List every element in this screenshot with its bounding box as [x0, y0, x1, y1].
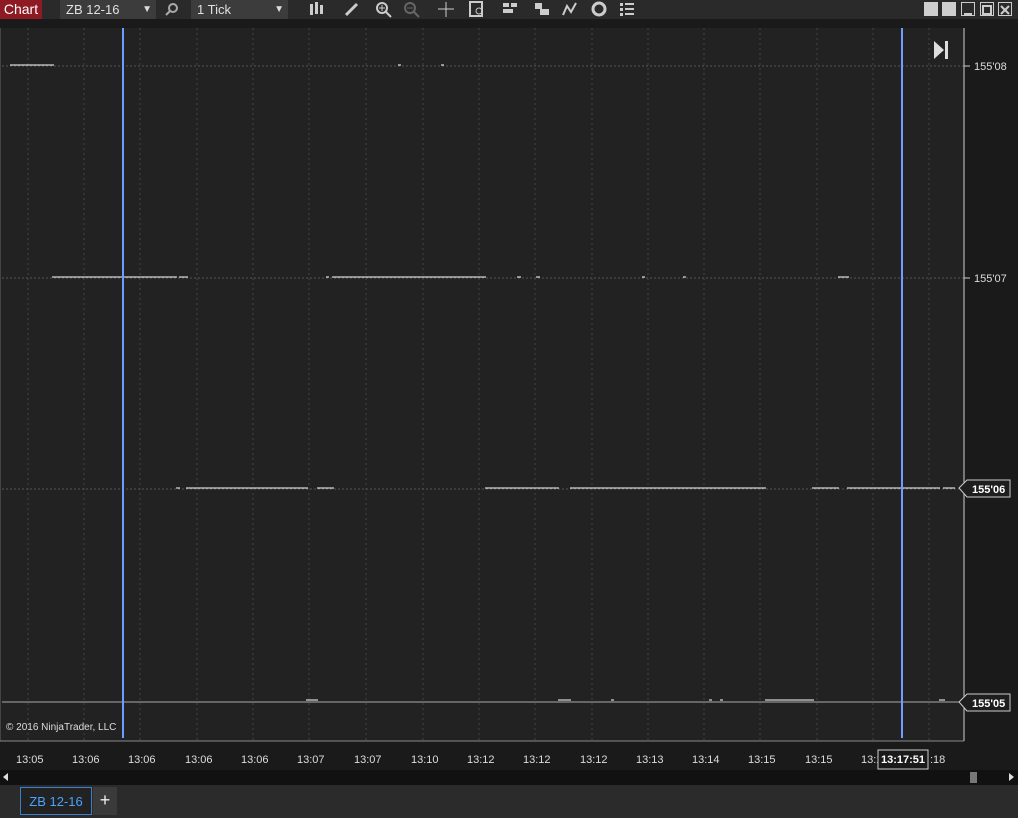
time-label: 13:15 — [805, 754, 833, 766]
time-label: 13:06 — [128, 754, 156, 766]
time-label: 13:12 — [523, 754, 551, 766]
time-label: 13:12 — [580, 754, 608, 766]
price-label: 155'07 — [974, 273, 1007, 285]
time-label: :18 — [930, 754, 945, 766]
time-label: 13:15 — [748, 754, 776, 766]
time-label: 13:06 — [72, 754, 100, 766]
chevron-down-icon: ▼ — [274, 4, 284, 15]
instrument-selector[interactable]: ZB 12-16 ▼ — [60, 0, 156, 19]
price-marker-icon[interactable] — [532, 0, 552, 19]
interval-label: 1 Tick — [197, 2, 231, 17]
copyright-text: © 2016 NinjaTrader, LLC — [6, 722, 117, 733]
tile-icon[interactable] — [942, 2, 956, 16]
time-label: 13:10 — [411, 754, 439, 766]
time-label: 13:06 — [241, 754, 269, 766]
scroll-to-end-icon[interactable] — [934, 41, 948, 59]
pencil-icon[interactable] — [342, 0, 362, 19]
data-box-icon[interactable] — [467, 0, 487, 19]
tile-icon[interactable] — [924, 2, 938, 16]
maximize-icon[interactable] — [980, 2, 994, 16]
time-label: 13:05 — [16, 754, 44, 766]
add-tab-button[interactable]: + — [93, 787, 117, 815]
crosshair-time-label: 13:17:51 — [881, 754, 925, 766]
tab-zb-12-16[interactable]: ZB 12-16 — [20, 787, 92, 815]
strategy-icon[interactable] — [560, 0, 580, 19]
horizontal-scrollbar[interactable] — [0, 770, 1018, 785]
price-axis: 155'08 155'07 155'06 155'05 — [958, 61, 1011, 712]
close-icon[interactable] — [998, 2, 1012, 16]
properties-icon[interactable] — [617, 0, 637, 19]
bars-icon[interactable] — [306, 0, 326, 19]
zoom-in-icon[interactable] — [374, 0, 394, 19]
chart-toolbar: Chart ZB 12-16 ▼ 1 Tick ▼ — [0, 0, 1018, 19]
scroll-right-icon[interactable] — [1009, 773, 1014, 781]
minimize-icon[interactable] — [961, 2, 975, 16]
time-label: 13:13 — [636, 754, 664, 766]
current-price-label: 155'06 — [972, 484, 1005, 496]
time-label: 13:07 — [354, 754, 382, 766]
price-series — [10, 64, 955, 701]
bar-style-icon[interactable] — [500, 0, 520, 19]
interval-selector[interactable]: 1 Tick ▼ — [191, 0, 288, 19]
scrollbar-thumb[interactable] — [970, 772, 977, 783]
time-axis: 13:05 13:06 13:06 13:06 13:06 13:07 13:0… — [16, 749, 945, 770]
tab-bar: ZB 12-16 + — [0, 785, 1018, 818]
zoom-out-icon[interactable] — [402, 0, 422, 19]
time-label: 13:14 — [692, 754, 720, 766]
grid-horizontal — [2, 65, 964, 703]
time-label: 13:12 — [467, 754, 495, 766]
time-label: 13:06 — [185, 754, 213, 766]
refresh-icon[interactable] — [589, 0, 609, 19]
instrument-label: ZB 12-16 — [66, 2, 120, 17]
price-marker-label: 155'05 — [972, 698, 1005, 710]
chevron-down-icon: ▼ — [142, 4, 152, 15]
chart-canvas: 155'08 155'07 155'06 155'05 13:05 13:06 … — [0, 28, 1011, 770]
grid-vertical — [27, 28, 930, 740]
crosshair-icon[interactable] — [436, 0, 456, 19]
time-label: 13:07 — [297, 754, 325, 766]
scroll-left-icon[interactable] — [3, 773, 8, 781]
search-icon[interactable] — [162, 0, 182, 19]
chart-menu-button[interactable]: Chart — [0, 0, 42, 19]
price-label: 155'08 — [974, 61, 1007, 73]
